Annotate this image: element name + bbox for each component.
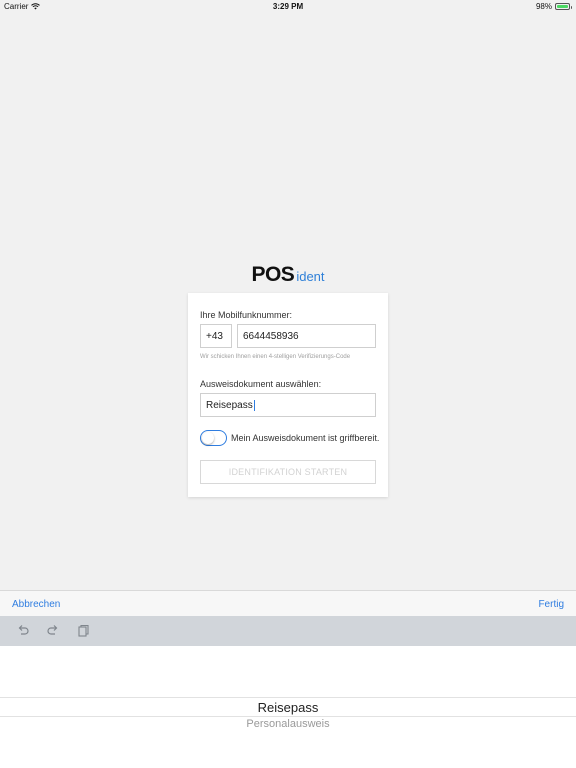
document-select-field[interactable]: Reisepass — [200, 393, 376, 417]
shortcut-bar — [0, 616, 576, 646]
redo-icon[interactable] — [46, 624, 60, 638]
country-code-field[interactable]: +43 — [200, 324, 232, 348]
picker-selection-line-bottom — [0, 716, 576, 717]
phone-number-value: 6644458936 — [243, 330, 299, 342]
cancel-button[interactable]: Abbrechen — [12, 599, 60, 610]
clock: 3:29 PM — [272, 2, 304, 11]
identification-form: Ihre Mobilfunknummer: +43 6644458936 Wir… — [188, 293, 388, 497]
done-button[interactable]: Fertig — [538, 599, 564, 610]
logo-text-accent: ident — [296, 269, 325, 284]
phone-hint: Wir schicken Ihnen einen 4-stelligen Ver… — [200, 354, 351, 360]
country-code-value: +43 — [206, 330, 223, 342]
battery-percent: 98% — [535, 2, 552, 11]
document-ready-toggle[interactable] — [200, 430, 227, 446]
picker-selection-line-top — [0, 697, 576, 698]
app-logo: POS ident — [0, 263, 576, 287]
undo-icon[interactable] — [16, 624, 30, 638]
document-picker[interactable]: Reisepass Personalausweis — [0, 646, 576, 768]
document-label: Ausweisdokument auswählen: — [200, 379, 322, 389]
battery-indicator: 98% — [535, 2, 572, 11]
status-bar: Carrier 3:29 PM 98% — [0, 0, 576, 14]
picker-option-selected[interactable]: Reisepass — [0, 700, 576, 715]
phone-label: Ihre Mobilfunknummer: — [200, 310, 293, 320]
picker-toolbar: Abbrechen Fertig — [0, 590, 576, 616]
paste-icon[interactable] — [76, 624, 90, 638]
start-identification-button[interactable]: IDENTIFIKATION STARTEN — [200, 460, 376, 484]
battery-icon — [555, 3, 572, 10]
document-ready-label: Mein Ausweisdokument ist griffbereit. — [231, 433, 380, 443]
picker-option[interactable]: Personalausweis — [0, 718, 576, 730]
document-select-value: Reisepass — [206, 399, 253, 411]
phone-number-field[interactable]: 6644458936 — [237, 324, 376, 348]
logo-text-bold: POS — [251, 263, 295, 286]
text-cursor — [253, 399, 255, 411]
toggle-knob — [202, 432, 214, 444]
